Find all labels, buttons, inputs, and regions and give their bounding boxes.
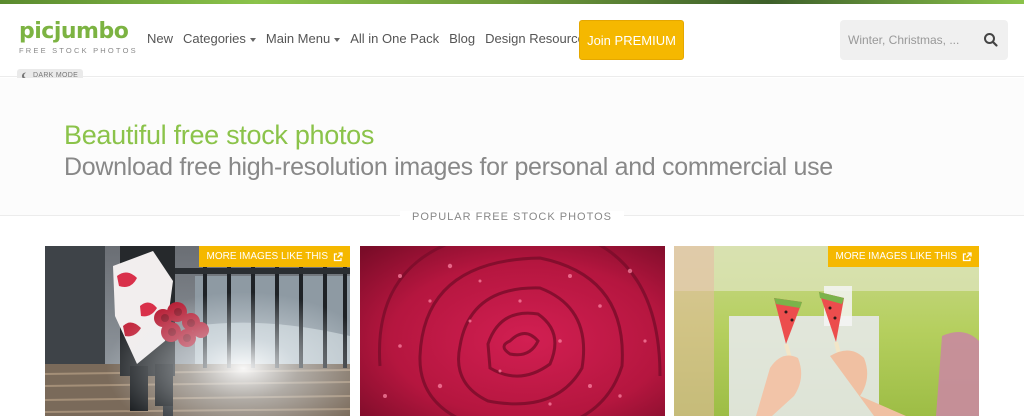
nav-item-all-in-one-pack[interactable]: All in One Pack bbox=[350, 31, 439, 46]
photo-thumbnail bbox=[674, 246, 979, 416]
more-images-like-this-button[interactable]: MORE IMAGES LIKE THIS bbox=[828, 246, 979, 267]
nav-item-label: Design Resources bbox=[485, 31, 592, 46]
photo-card-red-rose[interactable] bbox=[360, 246, 665, 416]
external-link-icon bbox=[333, 251, 343, 261]
chevron-down-icon bbox=[249, 37, 256, 42]
search-input[interactable] bbox=[840, 20, 980, 60]
search-box bbox=[840, 20, 1008, 60]
hero: Beautiful free stock photos Download fre… bbox=[0, 78, 1024, 216]
more-images-label: MORE IMAGES LIKE THIS bbox=[835, 251, 957, 262]
logo-name: picjumbo bbox=[19, 19, 129, 44]
site-header: picjumbo FREE STOCK PHOTOS New Categorie… bbox=[0, 4, 1024, 77]
nav-item-blog[interactable]: Blog bbox=[449, 31, 475, 46]
external-link-icon bbox=[962, 251, 972, 261]
section-heading: POPULAR FREE STOCK PHOTOS bbox=[0, 207, 1024, 225]
section-heading-label: POPULAR FREE STOCK PHOTOS bbox=[399, 211, 625, 223]
nav-item-design-resources[interactable]: Design Resources bbox=[485, 31, 591, 46]
nav-item-new[interactable]: New bbox=[147, 31, 173, 46]
chevron-down-icon bbox=[334, 37, 341, 42]
more-images-like-this-button[interactable]: MORE IMAGES LIKE THIS bbox=[199, 246, 350, 267]
photo-card-roses-bouquet[interactable]: MORE IMAGES LIKE THIS bbox=[45, 246, 350, 416]
logo-tagline: FREE STOCK PHOTOS bbox=[19, 46, 138, 55]
nav-item-label: Main Menu bbox=[265, 31, 331, 46]
photo-thumbnail bbox=[45, 246, 350, 416]
hero-subtitle: Download free high-resolution images for… bbox=[64, 153, 833, 181]
hero-title: Beautiful free stock photos bbox=[64, 120, 375, 150]
photo-thumbnail bbox=[360, 246, 665, 416]
nav-item-label: All in One Pack bbox=[350, 31, 440, 46]
logo[interactable]: picjumbo FREE STOCK PHOTOS bbox=[19, 19, 138, 56]
nav-item-main-menu[interactable]: Main Menu bbox=[265, 31, 341, 46]
more-images-label: MORE IMAGES LIKE THIS bbox=[206, 251, 328, 262]
main-nav: New Categories Main Menu All in One Pack… bbox=[147, 31, 601, 46]
photo-card-watermelon[interactable]: MORE IMAGES LIKE THIS bbox=[674, 246, 979, 416]
nav-item-label: New bbox=[147, 31, 174, 46]
nav-item-label: Categories bbox=[183, 31, 246, 46]
join-premium-button[interactable]: Join PREMIUM bbox=[579, 20, 684, 60]
search-icon[interactable] bbox=[982, 31, 1000, 49]
nav-item-categories[interactable]: Categories bbox=[183, 31, 256, 46]
nav-item-label: Blog bbox=[449, 31, 476, 46]
